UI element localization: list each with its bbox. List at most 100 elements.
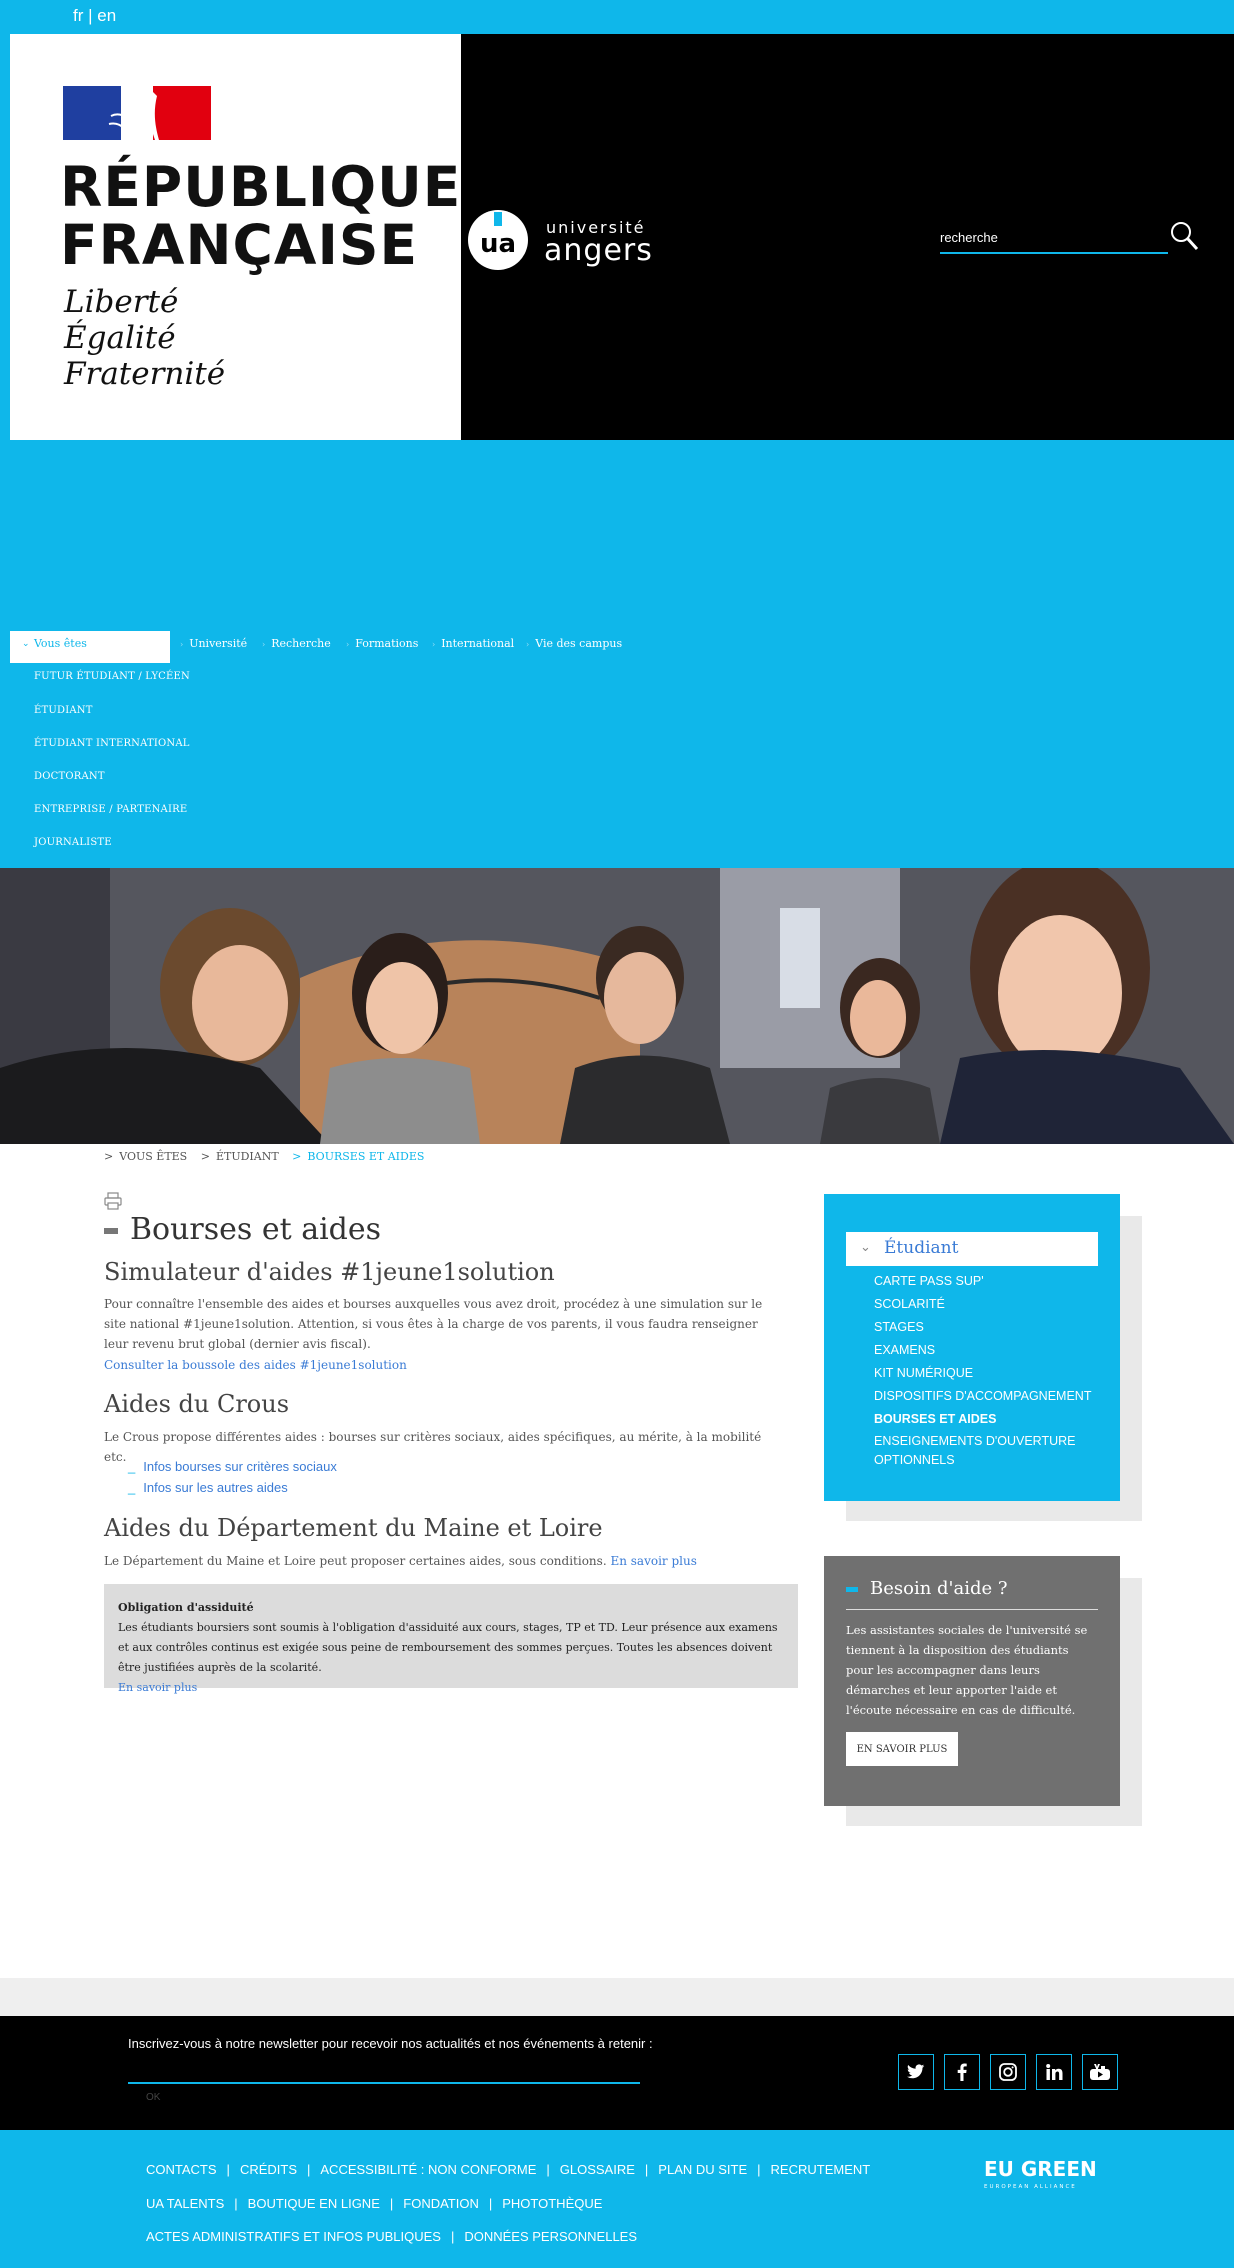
footer-link-glossaire[interactable]: GLOSSAIRE [560,2162,635,2177]
nav-left-stripe [0,440,10,868]
lang-separator: | [88,6,93,25]
breadcrumb-vous-etes[interactable]: VOUS ÊTES [119,1150,187,1163]
motto-egalite: Égalité [64,320,176,356]
chevron-right-icon: › [346,640,350,649]
lang-fr-link[interactable]: fr [73,6,83,25]
nav-item-vie-des-campus[interactable]: › Vie des campus [526,637,622,650]
republique-francaise-title: RÉPUBLIQUE FRANÇAISE [60,158,461,274]
footer-link-accessibilite[interactable]: ACCESSIBILITÉ : NON CONFORME [320,2162,536,2177]
link-bourses-criteres-sociaux[interactable]: _ Infos bourses sur critères sociaux [128,1459,337,1474]
footer-link-fondation[interactable]: FONDATION [403,2196,479,2211]
instagram-icon[interactable] [990,2054,1026,2090]
section-title-crous: Aides du Crous [104,1390,290,1418]
lang-en-link[interactable]: en [97,6,116,25]
main-navigation-band [10,440,1234,868]
sidebar-item-bourses-et-aides[interactable]: BOURSES ET AIDES [874,1410,1104,1429]
search-field [940,222,1168,254]
link-notice-en-savoir-plus[interactable]: En savoir plus [118,1681,197,1694]
footer-link-ua-talents[interactable]: UA TALENTS [146,2196,224,2211]
sidebar-item-enseignements-ouverture[interactable]: ENSEIGNEMENTS D'OUVERTURE OPTIONNELS [874,1432,1104,1470]
eu-green-logo[interactable]: EU GREEN EUROPEAN ALLIANCE [984,2152,1104,2192]
print-icon[interactable] [104,1192,122,1210]
bullet-icon: _ [128,1480,136,1495]
section-text-simulateur: Pour connaître l'ensemble des aides et b… [104,1297,763,1351]
twitter-icon[interactable] [898,2054,934,2090]
breadcrumb-chevron-icon: > [292,1150,302,1163]
footer-top-strip [0,1978,1234,2016]
help-box: Besoin d'aide ? Les assistantes sociales… [824,1556,1120,1806]
nav-item-label: Recherche [271,637,331,650]
footer-link-contacts[interactable]: CONTACTS [146,2162,217,2177]
link-boussole-aides[interactable]: Consulter la boussole des aides #1jeune1… [104,1355,407,1375]
subnav-entreprise-partenaire[interactable]: ENTREPRISE / PARTENAIRE [34,804,187,815]
help-en-savoir-plus-button[interactable]: EN SAVOIR PLUS [846,1732,958,1766]
subnav-futur-etudiant[interactable]: FUTUR ÉTUDIANT / LYCÉEN [34,671,190,682]
universite-angers-logo[interactable]: ua université angers [466,206,676,270]
eu-green-text: EU GREEN [984,2157,1097,2181]
link-label: Infos bourses sur critères sociaux [143,1459,337,1474]
chevron-right-icon: › [432,640,436,649]
notice-assiduite: Obligation d'assiduité Les étudiants bou… [104,1584,798,1694]
subnav-etudiant-international[interactable]: ÉTUDIANT INTERNATIONAL [34,738,190,749]
sidebar-item-kit-numerique[interactable]: KIT NUMÉRIQUE [874,1364,1104,1383]
sidebar-item-stages[interactable]: STAGES [874,1318,1104,1337]
link-departement-en-savoir-plus[interactable]: En savoir plus [610,1554,696,1568]
footer-link-actes-administratifs[interactable]: ACTES ADMINISTRATIFS ET INFOS PUBLIQUES [146,2229,441,2244]
footer-link-recrutement[interactable]: RECRUTEMENT [771,2162,871,2177]
breadcrumb-etudiant[interactable]: ÉTUDIANT [216,1150,279,1163]
sidebar-item-carte-pass-sup[interactable]: CARTE PASS SUP' [874,1272,1104,1291]
footer-separator: | [546,2162,550,2177]
marianne-flag-logo [63,86,211,140]
ua-logo-big-text: angers [544,233,653,268]
nav-item-label: Université [189,637,248,650]
sidebar-item-scolarite[interactable]: SCOLARITÉ [874,1295,1104,1314]
footer-link-donnees-personnelles[interactable]: DONNÉES PERSONNELLES [464,2229,637,2244]
nav-item-universite[interactable]: › Université [180,637,247,650]
section-text-departement: Le Département du Maine et Loire peut pr… [104,1551,776,1571]
republique-motto: Liberté Égalité Fraternité [64,284,225,392]
nav-item-formations[interactable]: › Formations [346,637,418,650]
search-input[interactable] [940,222,1168,252]
breadcrumb-current: BOURSES ET AIDES [307,1150,425,1163]
rf-line-1: RÉPUBLIQUE [60,155,462,219]
footer-links-row-2: UA TALENTS | BOUTIQUE EN LIGNE | FONDATION | P… [146,2196,602,2211]
link-label: Infos sur les autres aides [143,1480,288,1495]
footer-link-credits[interactable]: CRÉDITS [240,2162,297,2177]
nav-item-recherche[interactable]: › Recherche [262,637,331,650]
footer-separator: | [226,2162,230,2177]
newsletter-ok-button[interactable]: OK [146,2092,160,2103]
subnav-doctorant[interactable]: DOCTORANT [34,771,105,782]
nav-item-international[interactable]: › International [432,637,514,650]
sidebar-menu: ⌄ Étudiant CARTE PASS SUP' SCOLARITÉ STA… [824,1194,1120,1501]
help-title-text: Besoin d'aide ? [870,1578,1008,1599]
footer-links-row-1: CONTACTS | CRÉDITS | ACCESSIBILITÉ : NON CON… [146,2162,870,2177]
breadcrumb: > VOUS ÊTES > ÉTUDIANT > BOURSES ET AIDES [104,1150,424,1163]
nav-item-label: Vie des campus [535,637,623,650]
search-icon[interactable] [1168,220,1200,252]
nav-item-label: Vous êtes [34,637,87,650]
linkedin-icon[interactable] [1036,2054,1072,2090]
nav-item-vous-etes[interactable]: ⌄ Vous êtes [10,631,170,663]
subnav-etudiant[interactable]: ÉTUDIANT [34,705,93,716]
rf-line-2: FRANÇAISE [60,213,419,277]
subnav-journaliste[interactable]: JOURNALISTE [34,837,112,848]
sidebar-menu-header[interactable]: ⌄ Étudiant [846,1232,1098,1266]
bullet-icon: _ [128,1459,136,1474]
footer-link-boutique[interactable]: BOUTIQUE EN LIGNE [248,2196,380,2211]
sidebar-item-examens[interactable]: EXAMENS [874,1341,1104,1360]
newsletter-email-input[interactable] [128,2058,640,2084]
facebook-icon[interactable] [944,2054,980,2090]
youtube-icon[interactable] [1082,2054,1118,2090]
sidebar-item-dispositifs[interactable]: DISPOSITIFS D'ACCOMPAGNEMENT [874,1387,1104,1406]
footer-separator: | [307,2162,311,2177]
breadcrumb-chevron-icon: > [200,1150,210,1163]
chevron-right-icon: › [180,640,184,649]
section-title-simulateur: Simulateur d'aides #1jeune1solution [104,1258,555,1286]
footer-separator: | [757,2162,761,2177]
footer-link-plan-du-site[interactable]: PLAN DU SITE [658,2162,747,2177]
link-autres-aides[interactable]: _ Infos sur les autres aides [128,1480,288,1495]
page-title-text: Bourses et aides [130,1212,382,1247]
footer-link-phototheque[interactable]: PHOTOTHÈQUE [502,2196,602,2211]
help-title: Besoin d'aide ? [846,1578,1098,1610]
newsletter-label: Inscrivez-vous à notre newsletter pour r… [128,2036,653,2051]
